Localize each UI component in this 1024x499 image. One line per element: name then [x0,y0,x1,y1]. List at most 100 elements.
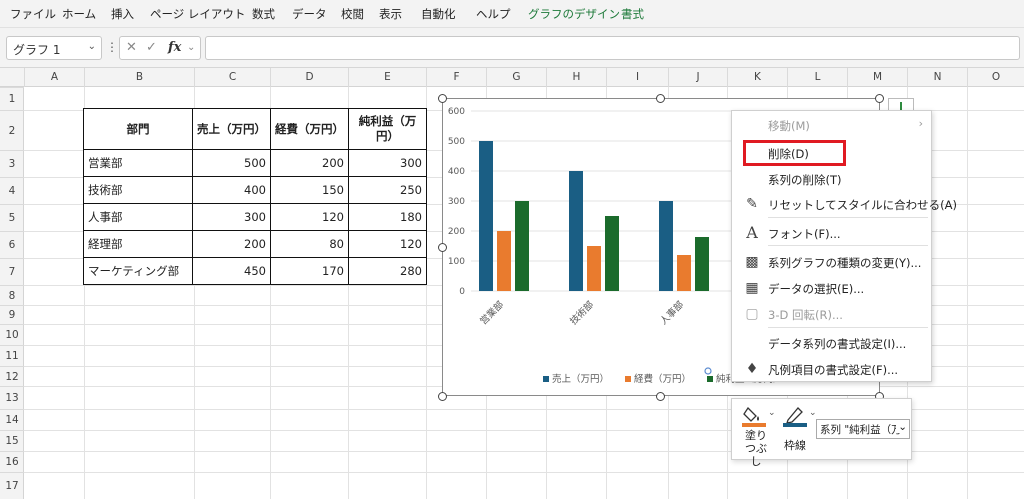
menu-item-3[interactable]: ✎ リセットしてスタイルに合わせる(A) [732,192,957,216]
column-header-n[interactable]: N [907,68,967,87]
bar[interactable] [569,171,583,291]
resize-handle[interactable] [438,243,447,252]
bar[interactable] [659,201,673,291]
department-cell[interactable]: マーケティング部 [83,257,193,285]
bar[interactable] [497,231,511,291]
outline-pen-icon[interactable] [783,404,809,428]
row-header-12[interactable]: 12 [0,366,24,386]
legend-entry[interactable]: 経費（万円） [634,373,691,385]
table-header-cell[interactable]: 売上（万円） [192,108,271,150]
column-header-d[interactable]: D [270,68,348,87]
bar[interactable] [605,216,619,291]
column-header-c[interactable]: C [194,68,270,87]
column-header-b[interactable]: B [84,68,194,87]
row-header-6[interactable]: 6 [0,231,24,258]
name-box[interactable]: グラフ 1 ⌄ [6,36,102,60]
row-header-13[interactable]: 13 [0,386,24,409]
row-header-5[interactable]: 5 [0,204,24,231]
tab-chart-design[interactable]: グラフのデザイン [528,6,620,22]
more-options-icon[interactable]: ⋮ [106,40,118,54]
value-cell[interactable]: 400 [192,176,271,204]
legend-selection-handle[interactable] [704,367,712,375]
row-header-10[interactable]: 10 [0,324,24,345]
row-header-2[interactable]: 2 [0,110,24,150]
series-select-dropdown[interactable]: 系列 "純利益（万 ⌄ [816,419,910,439]
column-header-l[interactable]: L [787,68,847,87]
row-header-17[interactable]: 17 [0,472,24,499]
fill-bucket-icon[interactable] [742,404,768,428]
table-header-cell[interactable]: 経費（万円） [270,108,349,150]
menu-item-5[interactable]: ▩ 系列グラフの種類の変更(Y)... [732,250,931,274]
menu-item-9[interactable]: ♦ 凡例項目の書式設定(F)... [732,357,931,381]
bar[interactable] [479,141,493,291]
value-cell[interactable]: 200 [192,230,271,258]
tab-review[interactable]: 校閲 [341,6,364,22]
row-header-8[interactable]: 8 [0,285,24,305]
menu-item-6[interactable]: ▦ データの選択(E)... [732,276,931,300]
bar[interactable] [587,246,601,291]
row-header-3[interactable]: 3 [0,150,24,177]
tab-help[interactable]: ヘルプ [476,6,511,22]
department-cell[interactable]: 営業部 [83,149,193,177]
tab-view[interactable]: 表示 [379,6,402,22]
column-header-h[interactable]: H [546,68,606,87]
column-header-f[interactable]: F [426,68,486,87]
column-header-k[interactable]: K [727,68,787,87]
column-header-e[interactable]: E [348,68,426,87]
column-header-g[interactable]: G [486,68,546,87]
chevron-down-icon[interactable]: ⌄ [88,41,96,52]
value-cell[interactable]: 300 [192,203,271,231]
resize-handle[interactable] [656,392,665,401]
resize-handle[interactable] [875,94,884,103]
bar[interactable] [677,255,691,291]
insert-function-icon[interactable]: fx [168,40,181,55]
chevron-down-icon[interactable]: ⌄ [768,408,776,418]
tab-page-layout[interactable]: ページ レイアウト [150,6,245,22]
tab-formulas[interactable]: 数式 [252,6,275,22]
row-header-16[interactable]: 16 [0,451,24,472]
bar[interactable] [695,237,709,291]
chevron-down-icon[interactable]: ⌄ [809,408,817,418]
menu-item-4[interactable]: A フォント(F)... [732,221,931,245]
value-cell[interactable]: 150 [270,176,349,204]
tab-insert[interactable]: 挿入 [111,6,134,22]
value-cell[interactable]: 450 [192,257,271,285]
department-cell[interactable]: 人事部 [83,203,193,231]
row-header-7[interactable]: 7 [0,258,24,285]
tab-automate[interactable]: 自動化 [421,6,456,22]
column-header-a[interactable]: A [24,68,84,87]
column-header-i[interactable]: I [606,68,668,87]
column-header-j[interactable]: J [668,68,727,87]
chevron-down-icon[interactable]: ⌄ [187,42,195,53]
value-cell[interactable]: 120 [270,203,349,231]
enter-icon[interactable]: ✓ [146,40,157,55]
tab-home[interactable]: ホーム [62,6,96,22]
column-header-o[interactable]: O [967,68,1024,87]
value-cell[interactable]: 280 [348,257,427,285]
table-header-cell[interactable]: 部門 [83,108,193,150]
column-header-m[interactable]: M [847,68,907,87]
value-cell[interactable]: 200 [270,149,349,177]
tab-file[interactable]: ファイル [10,6,56,22]
cancel-icon[interactable]: ✕ [126,40,137,55]
row-header-11[interactable]: 11 [0,345,24,366]
bar[interactable] [515,201,529,291]
resize-handle[interactable] [438,392,447,401]
row-header-9[interactable]: 9 [0,305,24,324]
tab-data[interactable]: データ [292,6,327,22]
row-header-14[interactable]: 14 [0,409,24,430]
value-cell[interactable]: 120 [348,230,427,258]
table-header-cell[interactable]: 純利益（万 円） [348,108,427,150]
department-cell[interactable]: 経理部 [83,230,193,258]
resize-handle[interactable] [656,94,665,103]
tab-format[interactable]: 書式 [621,6,644,22]
menu-item-2[interactable]: 系列の削除(T) [732,167,931,191]
formula-input[interactable] [205,36,1020,60]
value-cell[interactable]: 80 [270,230,349,258]
outline-label[interactable]: 枠線 [784,437,806,453]
row-header-1[interactable]: 1 [0,87,24,110]
value-cell[interactable]: 250 [348,176,427,204]
legend-entry[interactable]: 売上（万円） [552,373,609,385]
value-cell[interactable]: 170 [270,257,349,285]
value-cell[interactable]: 500 [192,149,271,177]
